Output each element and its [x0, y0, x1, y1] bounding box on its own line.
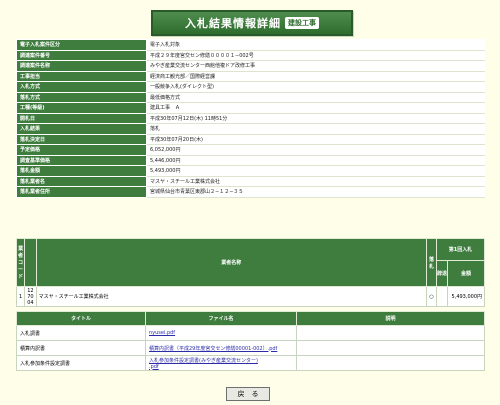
info-label: 調査基準価格 — [16, 154, 147, 166]
file-row: 積算内訳書 積算内訳書（平成29年度宮交セン修繕00001-002）.pdf — [16, 340, 485, 356]
info-value: 5,446,000円 — [146, 154, 485, 166]
file-link-sekisan[interactable]: 積算内訳書（平成29年度宮交セン修繕00001-002）.pdf — [149, 346, 277, 352]
info-value: 建具工事 Ａ — [146, 102, 485, 114]
files-note-header: 説明 — [296, 311, 485, 326]
info-value: 電子入札対象 — [146, 39, 485, 51]
info-label: 入札結果 — [16, 123, 147, 135]
info-label: 工事担当 — [16, 70, 147, 82]
info-row: 調査基準価格 5,446,000円 — [16, 154, 485, 166]
info-value: 落札 — [146, 123, 485, 135]
info-label: 調達案件名称 — [16, 60, 147, 72]
table-row: 1 12 70 04 マスヤ・スチール工業株式会社 ○ 5,493,000円 — [15, 286, 485, 307]
files-title-header: タイトル — [16, 311, 146, 326]
info-label: 入札方式 — [16, 81, 147, 93]
info-label: 電子入札案件区分 — [16, 39, 147, 51]
file-row: 入札参加条件設定調書 入札参加条件設定調書(みやぎ産業交流センター) .pdf — [16, 355, 485, 371]
col-withdraw-header: 辞退 — [436, 260, 448, 287]
info-row: 入札方式 一般競争入札(ダイレクト型) — [16, 81, 485, 93]
bidder-name: マスヤ・スチール工業株式会社 — [35, 286, 428, 307]
info-label: 開札日 — [16, 112, 147, 124]
bid-amount: 5,493,000円 — [447, 286, 485, 307]
col-no-header: 業者コード — [15, 238, 26, 287]
info-label: 落札業者住所 — [16, 186, 147, 198]
info-table: 電子入札案件区分 電子入札対象 調達案件番号 平成２９年度宮交セン修繕００００１−00… — [16, 39, 485, 198]
files-table: タイトル ファイル名 説明 入札調書 nyusei.pdf 積算内訳書 積算内訳… — [16, 311, 485, 371]
col-name-header: 業者名称 — [35, 238, 428, 287]
page-title-badge: 建設工事 — [285, 17, 319, 29]
info-value: 一般競争入札(ダイレクト型) — [146, 81, 485, 93]
bid-result: ○ — [426, 286, 437, 307]
page-title: 入札結果情報詳細 建設工事 — [151, 10, 353, 36]
info-label: 調達案件番号 — [16, 49, 147, 61]
col-result-header: 落札 — [426, 238, 437, 287]
info-row: 工種(等級) 建具工事 Ａ — [16, 102, 485, 114]
files-filename-header: ファイル名 — [145, 311, 297, 326]
file-link-joken[interactable]: 入札参加条件設定調書(みやぎ産業交流センター) .pdf — [149, 358, 258, 370]
info-row: 開札日 平成30年07月12日(木) 11時51分 — [16, 112, 485, 124]
file-link-nyusei[interactable]: nyusei.pdf — [149, 330, 175, 336]
info-value: 平成30年07月20日(木) — [146, 133, 485, 145]
info-label: 落札方式 — [16, 91, 147, 103]
info-label: 予定価格 — [16, 144, 147, 156]
info-value: 宮城県仙台市青葉区東郡山２−１２−３５ — [146, 186, 485, 198]
info-label: 落札決定日 — [16, 133, 147, 145]
file-row: 入札調書 nyusei.pdf — [16, 325, 485, 341]
info-value: 6,052,000円 — [146, 144, 485, 156]
info-value: 平成30年07月12日(木) 11時51分 — [146, 112, 485, 124]
info-label: 工種(等級) — [16, 102, 147, 114]
info-value: マスヤ・スチール工業株式会社 — [146, 175, 485, 187]
info-row: 落札方式 最低価格方式 — [16, 91, 485, 103]
info-value: みやぎ産業交流センター西館他複ドア改修工事 — [146, 60, 485, 72]
info-label: 落札業者名 — [16, 175, 147, 187]
info-value: 5,493,000円 — [146, 165, 485, 177]
info-row: 落札業者住所 宮城県仙台市青葉区東郡山２−１２−３５ — [16, 186, 485, 198]
info-value: 平成２９年度宮交セン修繕００００１−002号 — [146, 49, 485, 61]
info-label: 落札金額 — [16, 165, 147, 177]
back-button[interactable]: 戻 る — [226, 387, 270, 401]
info-row: 調達案件名称 みやぎ産業交流センター西館他複ドア改修工事 — [16, 60, 485, 72]
results-table: 業者コード 業者名称 落札 第1回入札 辞退 金額 1 12 70 04 マスヤ・ス… — [15, 238, 485, 307]
info-row: 落札業者名 マスヤ・スチール工業株式会社 — [16, 175, 485, 187]
info-row: 予定価格 6,052,000円 — [16, 144, 485, 156]
info-row: 調達案件番号 平成２９年度宮交セン修繕００００１−002号 — [16, 49, 485, 61]
col-amount-header: 金額 — [447, 260, 485, 287]
info-row: 入札結果 落札 — [16, 123, 485, 135]
info-row: 工事担当 経済商工観光部／国際経営課 — [16, 70, 485, 82]
info-row: 落札金額 5,493,000円 — [16, 165, 485, 177]
page-title-text: 入札結果情報詳細 — [185, 17, 281, 30]
col-bid-group-header: 第1回入札 — [436, 238, 485, 261]
info-row: 電子入札案件区分 電子入札対象 — [16, 39, 485, 51]
info-value: 経済商工観光部／国際経営課 — [146, 70, 485, 82]
info-row: 落札決定日 平成30年07月20日(木) — [16, 133, 485, 145]
info-value: 最低価格方式 — [146, 91, 485, 103]
